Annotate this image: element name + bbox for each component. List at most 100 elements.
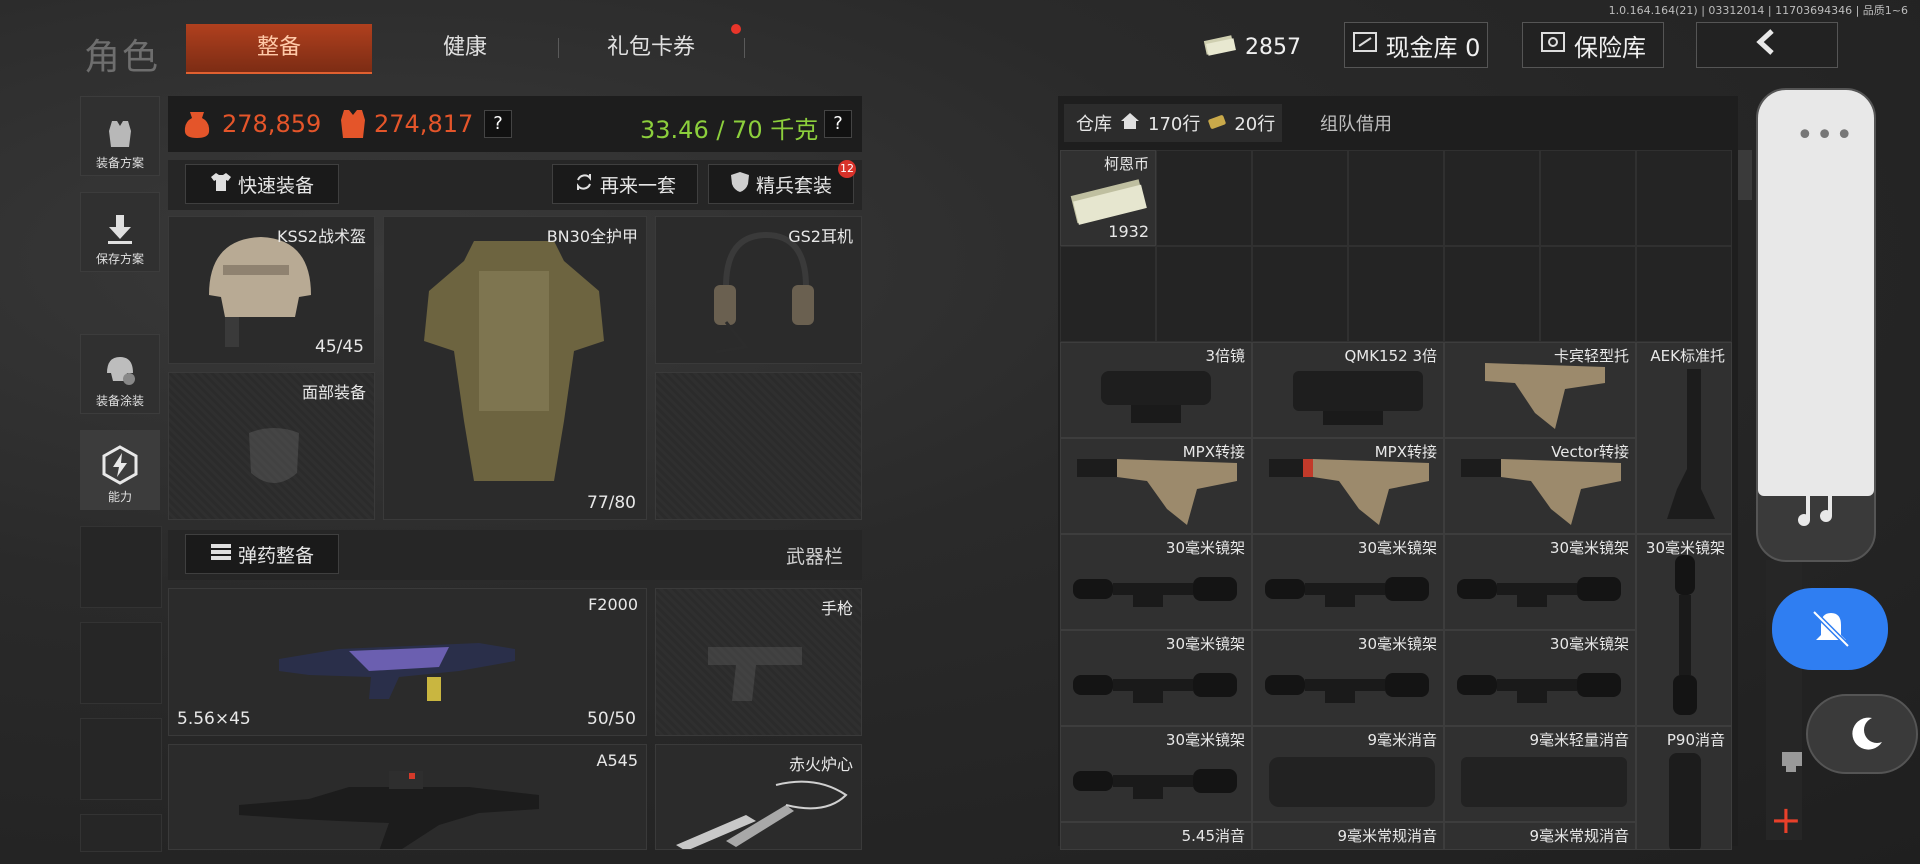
item-name: 9毫米消音 <box>1367 731 1437 749</box>
rifle-scope-icon <box>1457 565 1627 619</box>
quick-equip-label: 快速装备 <box>237 174 314 197</box>
warehouse-item[interactable]: 30毫米镜架 <box>1444 630 1636 726</box>
tab-divider <box>744 38 745 58</box>
armor-durability: 77/80 <box>587 493 636 513</box>
pistol-icon <box>706 639 806 713</box>
mute-notifications-button[interactable] <box>1772 588 1888 670</box>
item-name: 9毫米轻量消音 <box>1529 731 1629 749</box>
warehouse-scrollbar[interactable] <box>1738 150 1752 200</box>
warehouse-item[interactable]: MPX转接 <box>1060 438 1252 534</box>
warehouse-item[interactable]: 9毫米消音 <box>1252 726 1444 822</box>
weapon-bar-label: 武器栏 <box>786 546 844 568</box>
weight-help-button[interactable]: ? <box>824 110 852 138</box>
sidebar-item-loadout-plan[interactable]: 装备方案 <box>80 96 160 176</box>
sidebar-item-label: 装备方案 <box>95 156 144 170</box>
melee-slot[interactable]: 赤火炉心 <box>655 744 862 850</box>
team-borrow-tab[interactable]: 组队借用 <box>1320 104 1392 142</box>
sidebar-item-save-plan[interactable]: 保存方案 <box>80 192 160 272</box>
warehouse-item[interactable]: 卡宾轻型托 <box>1444 342 1636 438</box>
dark-mode-button[interactable] <box>1806 694 1918 774</box>
warehouse-item[interactable]: 5.45消音 <box>1060 822 1252 850</box>
warehouse-item[interactable]: AEK标准托 <box>1636 342 1732 534</box>
tab-gift-cards[interactable]: 礼包卡券 <box>558 24 744 72</box>
grid-cell[interactable] <box>1252 246 1348 342</box>
more-options-icon[interactable]: ••• <box>1796 118 1855 153</box>
item-name: 30毫米镜架 <box>1165 539 1245 557</box>
tab-equip[interactable]: 整备 <box>186 24 372 74</box>
again-button[interactable]: 再来一套 <box>552 164 698 204</box>
stock-icon <box>1657 369 1717 523</box>
cash-display: 2857 <box>1203 26 1315 68</box>
warehouse-item[interactable]: 9毫米轻量消音 <box>1444 726 1636 822</box>
shield-icon <box>730 171 750 198</box>
warehouse-item[interactable]: 3倍镜 <box>1060 342 1252 438</box>
warehouse-tab[interactable]: 仓库 170行 20行 <box>1076 104 1275 142</box>
face-mask-icon <box>239 423 309 497</box>
grid-cell[interactable] <box>1156 150 1252 246</box>
armor-slot[interactable]: BN30全护甲 77/80 <box>383 216 647 520</box>
tab-health[interactable]: 健康 <box>372 24 558 72</box>
grid-cell[interactable] <box>1348 150 1444 246</box>
item-name: 30毫米镜架 <box>1549 539 1629 557</box>
cash-vault-button[interactable]: 现金库 0 <box>1344 22 1488 68</box>
warehouse-item[interactable]: 30毫米镜架 <box>1060 726 1252 822</box>
pistol-slot-name: 手枪 <box>820 599 853 618</box>
warehouse-item[interactable]: 30毫米镜架 <box>1060 630 1252 726</box>
grid-cell[interactable] <box>1060 246 1156 342</box>
shirt-icon <box>210 172 232 197</box>
back-button[interactable] <box>1696 22 1838 68</box>
headset-slot[interactable]: GS2耳机 <box>655 216 862 364</box>
moon-icon <box>1846 714 1886 758</box>
grid-cell[interactable] <box>1252 150 1348 246</box>
rifle-scope-icon <box>1265 565 1435 619</box>
warehouse-item[interactable]: 30毫米镜架 <box>1060 534 1252 630</box>
safe-button[interactable]: 保险库 <box>1522 22 1664 68</box>
value-help-button[interactable]: ? <box>484 110 512 138</box>
stock-icon <box>1485 353 1615 437</box>
sidebar-item-paint[interactable]: 装备涂装 <box>80 334 160 414</box>
sidebar-item-ability[interactable]: 能力 <box>80 430 160 510</box>
grid-cell[interactable] <box>1444 150 1540 246</box>
grid-cell[interactable] <box>1540 150 1636 246</box>
helmet-slot[interactable]: KSS2战术盔 45/45 <box>168 216 375 364</box>
helmet-durability: 45/45 <box>315 337 364 357</box>
pistol-slot[interactable]: 手枪 <box>655 588 862 736</box>
sidebar-item-label: 能力 <box>107 490 132 504</box>
warehouse-item[interactable]: QMK152 3倍 <box>1252 342 1444 438</box>
warehouse-item[interactable]: 30毫米镜架 <box>1252 630 1444 726</box>
warehouse-item[interactable]: 30毫米镜架 <box>1636 534 1732 726</box>
grid-cell[interactable] <box>1636 246 1732 342</box>
grid-cell[interactable] <box>1444 246 1540 342</box>
assault-rifle-icon <box>239 765 559 849</box>
grid-cell[interactable] <box>1636 150 1732 246</box>
page-title: 角色 <box>84 37 161 78</box>
grid-cell[interactable] <box>1540 246 1636 342</box>
face-slot[interactable]: 面部装备 <box>168 372 375 520</box>
warehouse-item[interactable]: 9毫米常规消音 <box>1444 822 1636 850</box>
secondary-weapon-slot[interactable]: A545 <box>168 744 647 850</box>
grid-cell[interactable] <box>1348 246 1444 342</box>
secondary-weapon-name: A545 <box>596 751 638 770</box>
warehouse-item-coin[interactable]: 柯恩币 1932 <box>1060 150 1156 246</box>
warehouse-item[interactable]: P90消音 <box>1636 726 1732 850</box>
empty-gear-slot[interactable] <box>655 372 862 520</box>
elite-set-button[interactable]: 精兵套装 <box>708 164 854 204</box>
warehouse-tab-label: 仓库 <box>1076 114 1112 135</box>
ammo-prep-button[interactable]: 弹药整备 <box>185 534 339 574</box>
quick-equip-button[interactable]: 快速装备 <box>185 164 339 204</box>
warehouse-item[interactable]: MPX转接 <box>1252 438 1444 534</box>
safe-icon <box>1540 30 1566 60</box>
warehouse-item[interactable]: Vector转接 <box>1444 438 1636 534</box>
grid-cell[interactable] <box>1156 246 1252 342</box>
item-name: 30毫米镜架 <box>1165 731 1245 749</box>
warehouse-item[interactable]: 30毫米镜架 <box>1252 534 1444 630</box>
suppressor-icon <box>1667 753 1703 849</box>
primary-weapon-slot[interactable]: F2000 5.56×45 50/50 <box>168 588 647 736</box>
cash-value: 2857 <box>1245 34 1301 60</box>
sight-icon[interactable] <box>1778 744 1808 778</box>
music-note-icon[interactable] <box>1796 487 1836 532</box>
warehouse-item[interactable]: 30毫米镜架 <box>1444 534 1636 630</box>
warehouse-item[interactable]: 9毫米常规消音 <box>1252 822 1444 850</box>
add-icon[interactable]: + <box>1770 798 1802 842</box>
bell-off-icon <box>1810 608 1852 654</box>
